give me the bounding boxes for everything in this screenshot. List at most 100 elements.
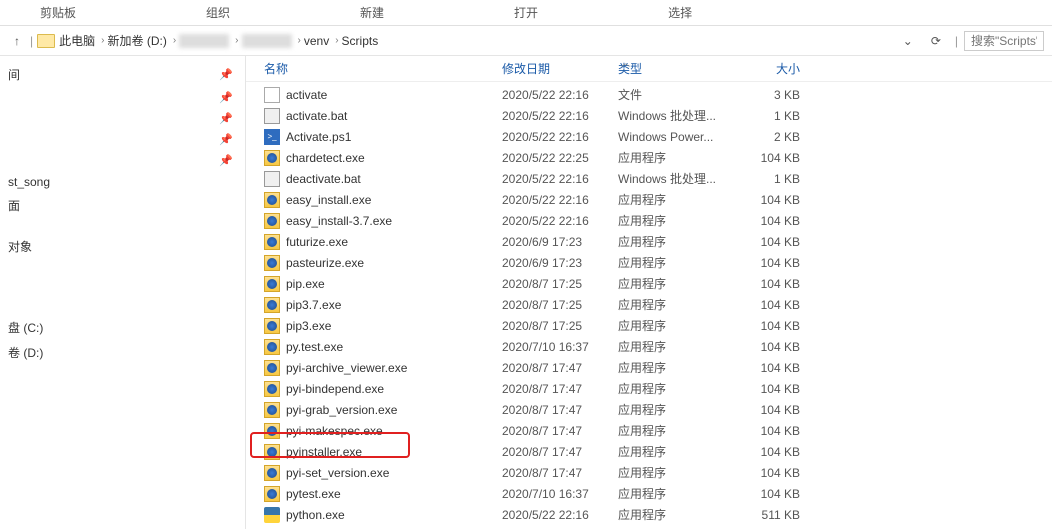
file-size: 2020/5/22 22:16 <box>502 172 618 186</box>
chevron-right-icon: › <box>101 35 104 46</box>
file-type: Windows 批处理... <box>618 107 740 124</box>
sidebar-item[interactable]: 📌 <box>0 108 245 129</box>
file-size: 2020/5/22 22:16 <box>502 214 618 228</box>
file-row[interactable]: py.test.exe2020/7/10 16:37应用程序104 KB <box>246 336 1052 357</box>
breadcrumb-segment[interactable] <box>242 34 292 48</box>
sidebar-item[interactable] <box>0 259 245 267</box>
file-size: 2020/8/7 17:47 <box>502 361 618 375</box>
file-row[interactable]: deactivate.bat2020/5/22 22:16Windows 批处理… <box>246 168 1052 189</box>
column-headers: ︿ 名称 修改日期 类型 大小 <box>246 56 1052 82</box>
file-row[interactable]: futurize.exe2020/6/9 17:23应用程序104 KB <box>246 231 1052 252</box>
sidebar-item[interactable] <box>0 275 245 283</box>
sidebar-item[interactable] <box>0 299 245 307</box>
pin-icon: 📌 <box>219 91 233 104</box>
file-row[interactable]: pyi-makespec.exe2020/8/7 17:47应用程序104 KB <box>246 420 1052 441</box>
file-row[interactable]: pasteurize.exe2020/6/9 17:23应用程序104 KB <box>246 252 1052 273</box>
refresh-icon[interactable]: ⟳ <box>925 31 947 51</box>
file-type: 应用程序 <box>618 296 740 313</box>
sidebar-item[interactable]: 📌 <box>0 150 245 171</box>
file-row[interactable]: easy_install-3.7.exe2020/5/22 22:16应用程序1… <box>246 210 1052 231</box>
sidebar-item[interactable] <box>0 307 245 315</box>
pin-icon: 📌 <box>219 68 233 81</box>
file-size: 2020/5/22 22:16 <box>502 88 618 102</box>
file-row[interactable]: pyi-grab_version.exe2020/8/7 17:47应用程序10… <box>246 399 1052 420</box>
breadcrumb-segment[interactable]: Scripts <box>342 34 379 48</box>
file-size: 2020/5/22 22:16 <box>502 193 618 207</box>
sidebar-item[interactable] <box>0 226 245 234</box>
ribbon-clipboard[interactable]: 剪贴板 <box>40 4 76 21</box>
file-row[interactable]: pip3.7.exe2020/8/7 17:25应用程序104 KB <box>246 294 1052 315</box>
sidebar-item[interactable]: 面 <box>0 193 245 218</box>
file-size: 2020/5/22 22:25 <box>502 151 618 165</box>
breadcrumb-segment[interactable]: 新加卷 (D:) <box>107 32 166 49</box>
file-name: deactivate.bat <box>286 172 502 186</box>
file-name: futurize.exe <box>286 235 502 249</box>
dropdown-icon[interactable]: ⌄ <box>897 31 919 51</box>
sidebar-item-label: 对象 <box>8 238 32 255</box>
file-type: 应用程序 <box>618 401 740 418</box>
file-row[interactable]: >_Activate.ps12020/5/22 22:16Windows Pow… <box>246 126 1052 147</box>
file-row[interactable]: pytest.exe2020/7/10 16:37应用程序104 KB <box>246 483 1052 504</box>
exe-icon <box>264 192 280 208</box>
file-type: 应用程序 <box>618 338 740 355</box>
sidebar-item[interactable] <box>0 291 245 299</box>
bat-icon <box>264 108 280 124</box>
sidebar-item[interactable]: 📌 <box>0 87 245 108</box>
sidebar-item[interactable] <box>0 218 245 226</box>
exe-icon <box>264 381 280 397</box>
sidebar-item[interactable]: 对象 <box>0 234 245 259</box>
exe-icon <box>264 486 280 502</box>
breadcrumb-segment[interactable]: venv <box>304 34 329 48</box>
ribbon-select[interactable]: 选择 <box>668 4 692 21</box>
file-row[interactable]: pyi-set_version.exe2020/8/7 17:47应用程序104… <box>246 462 1052 483</box>
exe-icon <box>264 339 280 355</box>
sidebar-item-label: 盘 (C:) <box>8 319 43 336</box>
breadcrumb-segment[interactable] <box>179 34 229 48</box>
file-row[interactable]: activate.bat2020/5/22 22:16Windows 批处理..… <box>246 105 1052 126</box>
sidebar-item[interactable]: st_song <box>0 171 245 193</box>
sidebar-item-label: st_song <box>8 175 50 189</box>
sidebar: 间📌📌📌📌📌st_song面对象盘 (C:)卷 (D:) <box>0 56 246 529</box>
file-list: activate2020/5/22 22:16文件3 KBactivate.ba… <box>246 82 1052 525</box>
file-row[interactable]: activate2020/5/22 22:16文件3 KB <box>246 84 1052 105</box>
sidebar-item[interactable] <box>0 283 245 291</box>
file-row[interactable]: pyi-archive_viewer.exe2020/8/7 17:47应用程序… <box>246 357 1052 378</box>
exe-icon <box>264 423 280 439</box>
file-row[interactable]: chardetect.exe2020/5/22 22:25应用程序104 KB <box>246 147 1052 168</box>
file-name: pyi-set_version.exe <box>286 466 502 480</box>
content-pane: ︿ 名称 修改日期 类型 大小 activate2020/5/22 22:16文… <box>246 56 1052 529</box>
file-row[interactable]: pyi-bindepend.exe2020/8/7 17:47应用程序104 K… <box>246 378 1052 399</box>
column-name[interactable]: 名称 <box>264 60 502 77</box>
file-row[interactable]: easy_install.exe2020/5/22 22:16应用程序104 K… <box>246 189 1052 210</box>
file-row[interactable]: python.exe2020/5/22 22:16应用程序511 KB <box>246 504 1052 525</box>
ribbon-organize[interactable]: 组织 <box>206 4 230 21</box>
exe-icon <box>264 213 280 229</box>
column-type[interactable]: 类型 <box>618 60 740 77</box>
file-type: 应用程序 <box>618 464 740 481</box>
file-type: Windows 批处理... <box>618 170 740 187</box>
search-input[interactable] <box>964 31 1044 51</box>
breadcrumb-segment[interactable]: 此电脑 <box>59 32 95 49</box>
column-date[interactable]: 修改日期 <box>502 60 618 77</box>
column-size[interactable]: 大小 <box>740 60 800 77</box>
file-size: 2020/5/22 22:16 <box>502 109 618 123</box>
file-row[interactable]: pip.exe2020/8/7 17:25应用程序104 KB <box>246 273 1052 294</box>
ribbon-open[interactable]: 打开 <box>514 4 538 21</box>
file-type: 应用程序 <box>618 422 740 439</box>
file-type: 应用程序 <box>618 254 740 271</box>
exe-icon <box>264 234 280 250</box>
file-type: 应用程序 <box>618 233 740 250</box>
sidebar-item[interactable] <box>0 267 245 275</box>
file-type: 应用程序 <box>618 359 740 376</box>
sidebar-item[interactable]: 卷 (D:) <box>0 340 245 365</box>
exe-icon <box>264 276 280 292</box>
file-size: 2020/8/7 17:25 <box>502 277 618 291</box>
file-row[interactable]: pip3.exe2020/8/7 17:25应用程序104 KB <box>246 315 1052 336</box>
up-button[interactable]: ↑ <box>8 31 26 51</box>
sidebar-item[interactable]: 📌 <box>0 129 245 150</box>
file-row[interactable]: pyinstaller.exe2020/8/7 17:47应用程序104 KB <box>246 441 1052 462</box>
sidebar-item[interactable]: 盘 (C:) <box>0 315 245 340</box>
ribbon-new[interactable]: 新建 <box>360 4 384 21</box>
breadcrumb[interactable]: 此电脑›新加卷 (D:)›››venv›Scripts <box>59 32 897 49</box>
sidebar-item[interactable]: 间📌 <box>0 62 245 87</box>
